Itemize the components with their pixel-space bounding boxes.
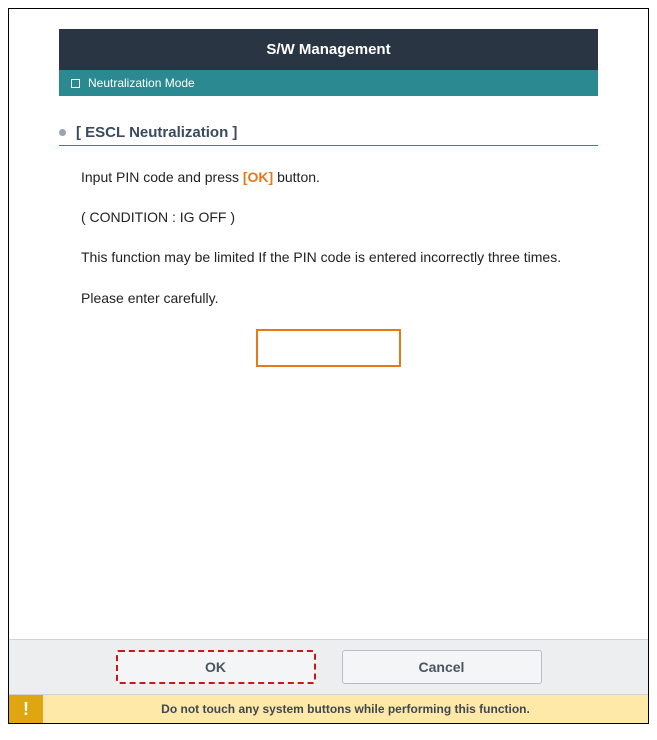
- warning-text: Do not touch any system buttons while pe…: [43, 695, 648, 723]
- section-escl: [ ESCL Neutralization ] Input PIN code a…: [59, 124, 598, 367]
- caution-line: This function may be limited If the PIN …: [81, 248, 598, 266]
- stop-icon: [71, 79, 80, 88]
- instruction-ok-highlight: [OK]: [243, 169, 273, 185]
- instruction-line: Input PIN code and press [OK] button.: [81, 168, 598, 186]
- instruction-prefix: Input PIN code and press: [81, 169, 243, 185]
- mode-bar: Neutralization Mode: [59, 70, 598, 96]
- instruction-suffix: button.: [273, 169, 320, 185]
- cancel-button[interactable]: Cancel: [342, 650, 542, 684]
- ok-button[interactable]: OK: [116, 650, 316, 684]
- section-body: Input PIN code and press [OK] button. ( …: [81, 168, 598, 307]
- section-title-row: [ ESCL Neutralization ]: [59, 124, 598, 146]
- careful-line: Please enter carefully.: [81, 289, 598, 307]
- app-window: S/W Management Neutralization Mode [ ESC…: [8, 8, 649, 724]
- warning-icon: !: [9, 695, 43, 723]
- mode-bar-label: Neutralization Mode: [88, 76, 195, 90]
- pin-input[interactable]: [256, 329, 401, 367]
- bullet-icon: [59, 129, 66, 136]
- warning-bar: ! Do not touch any system buttons while …: [9, 695, 648, 723]
- section-title: [ ESCL Neutralization ]: [76, 124, 237, 141]
- button-bar: OK Cancel: [9, 639, 648, 695]
- condition-line: ( CONDITION : IG OFF ): [81, 208, 598, 226]
- pin-input-wrap: [59, 329, 598, 367]
- header-title: S/W Management: [59, 29, 598, 70]
